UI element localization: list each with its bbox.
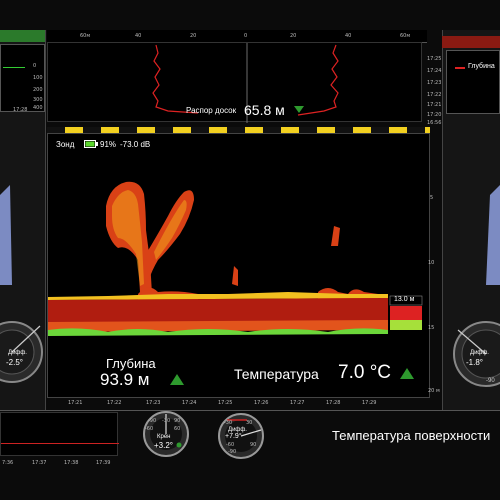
top-time-17-24: 17:24 [427, 68, 442, 74]
top-x-tick-60-left: 60м [80, 33, 91, 39]
depth-tick-5: 5 [430, 195, 434, 201]
temperature-up-arrow-icon [400, 368, 414, 379]
depth-tick-10: 10 [428, 260, 435, 266]
depth-tick-20: 20 м [428, 388, 440, 394]
left-trawl-shape [0, 185, 12, 285]
roll-scale-minus60: -60 [145, 426, 154, 432]
top-time-17-22: 17:22 [427, 92, 442, 98]
diff-scale-minus30: -30 [224, 420, 233, 426]
temperature-label: Температура [234, 366, 319, 382]
left-header-green-bar [0, 30, 45, 42]
sonar-time-17-27: 17:27 [290, 400, 305, 406]
bottom-divider [0, 410, 500, 411]
right-gauge-scale-value: -90 [486, 378, 495, 384]
sonar-time-17-23: 17:23 [146, 400, 161, 406]
diff-scale-minus60: -60 [226, 442, 235, 448]
right-gauge-diff-label: Дифф. [470, 350, 489, 356]
diff-value: +7.9° [225, 433, 242, 440]
surface-temp-label: Температура поверхности [332, 428, 491, 443]
top-x-tick-60-right: 60м [400, 33, 411, 39]
left-gauge-diff-value: -2.5° [6, 358, 23, 367]
surface-temp-panel: Температура поверхности [325, 412, 500, 456]
left-tick-400: 400 [33, 105, 43, 111]
bottom-time-17-37: 17:37 [32, 460, 47, 466]
sonar-echogram: Зонд 91% -73.0 dB 13.0 м Глубина 93.9 м [47, 133, 430, 398]
right-gauge-diff-value: -1.8° [466, 358, 483, 367]
sonar-time-17-22: 17:22 [107, 400, 122, 406]
right-mini-chart: Глубина [446, 50, 500, 114]
roll-value: +3.2° [154, 441, 173, 450]
bottom-left-red-line [1, 443, 119, 444]
temperature-value: 7.0 °C [338, 362, 392, 383]
left-tick-300: 300 [33, 97, 43, 103]
top-time-17-21: 17:21 [427, 102, 442, 108]
top-x-tick-40-right: 40 [345, 33, 352, 39]
depth-value: 93.9 м [100, 370, 150, 389]
left-mini-chart: 0 100 200 300 400 17:28 [0, 44, 45, 113]
left-tick-200: 200 [33, 87, 43, 93]
top-x-tick-40-left: 40 [135, 33, 142, 39]
top-x-tick-20-right: 20 [290, 33, 297, 39]
right-legend-red-line [455, 67, 465, 69]
spread-value: 65.8 м [244, 102, 285, 118]
left-gauge-diff-label: Дифф. [8, 350, 27, 356]
bottom-depth-marker: 13.0 м [394, 296, 415, 303]
right-legend-label: Глубина [468, 63, 495, 70]
left-tick-100: 100 [33, 75, 43, 81]
bottom-left-chart [0, 412, 119, 456]
left-time-label: 17:28 [13, 107, 28, 113]
spread-label: Распор досок [186, 106, 237, 115]
bottom-time-17-39: 17:39 [96, 460, 111, 466]
roll-scale-90: 90 [174, 418, 181, 424]
depth-label: Глубина [106, 356, 156, 371]
top-time-17-20: 17:20 [427, 112, 442, 118]
depth-tick-15: 15 [428, 325, 435, 331]
left-mini-green-line [3, 67, 25, 68]
depth-up-arrow-icon [170, 374, 184, 385]
diff-scale-minus90: -90 [228, 449, 237, 455]
top-time-16-56: 16:56 [427, 120, 442, 126]
top-time-17-25: 17:25 [427, 56, 442, 62]
top-time-17-23: 17:23 [427, 80, 442, 86]
roll-scale-minus90: -90 [148, 418, 157, 424]
roll-scale-60: 60 [174, 426, 181, 432]
sonar-time-17-25: 17:25 [218, 400, 233, 406]
roll-scale-minus30: -30 [162, 418, 171, 424]
sonar-time-17-24: 17:24 [182, 400, 197, 406]
right-trawl-shape [486, 185, 500, 285]
sonar-time-17-26: 17:26 [254, 400, 269, 406]
sonar-time-17-28: 17:28 [326, 400, 341, 406]
left-tick-0: 0 [33, 63, 37, 69]
bottom-time-17-38: 17:38 [64, 460, 79, 466]
roll-label: Крен [157, 434, 171, 440]
diff-scale-30: 30 [246, 420, 253, 426]
sonar-time-17-29: 17:29 [362, 400, 377, 406]
top-x-tick-0: 0 [244, 33, 248, 39]
roll-status-icon [176, 442, 182, 448]
spread-chart: Распор досок 65.8 м [47, 42, 422, 123]
right-header-red-bar [442, 36, 500, 48]
bottom-time-17-36: 7:36 [2, 460, 14, 466]
spread-down-arrow-icon [294, 106, 304, 113]
sonar-time-17-21: 17:21 [68, 400, 83, 406]
diff-scale-90: 90 [250, 442, 257, 448]
top-x-tick-20-left: 20 [190, 33, 197, 39]
